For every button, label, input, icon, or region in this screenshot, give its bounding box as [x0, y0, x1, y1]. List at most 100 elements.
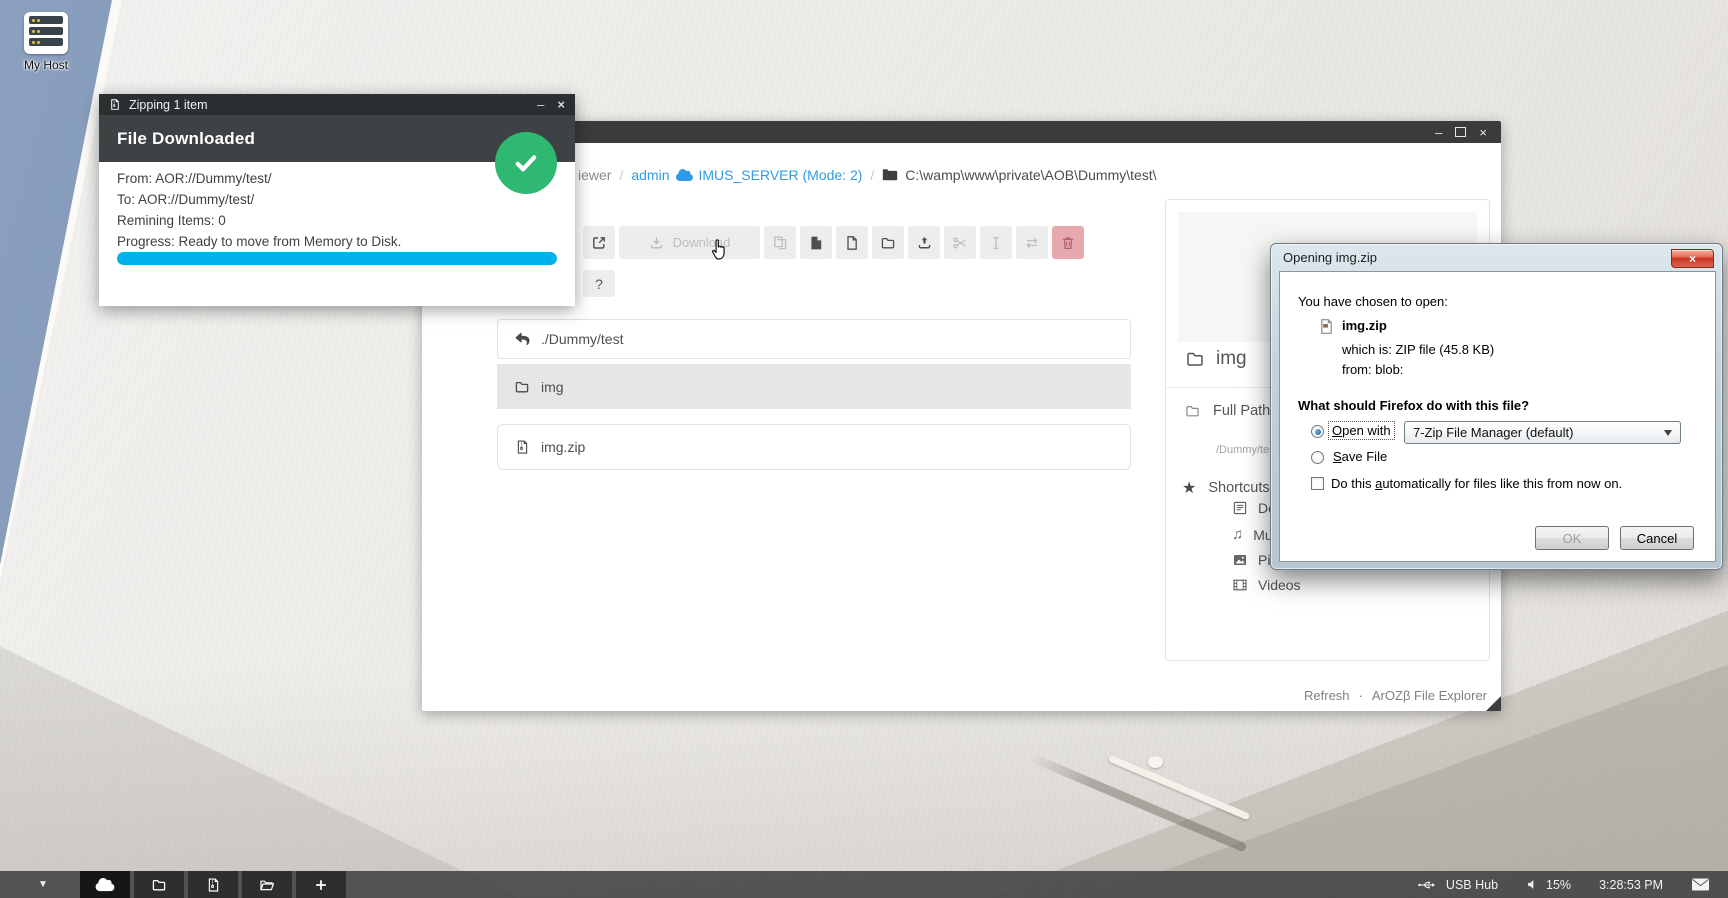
taskbar-add-button[interactable] [296, 871, 346, 898]
do-automatically-label[interactable]: Do this automatically for files like thi… [1331, 476, 1622, 491]
memo-icon [1232, 500, 1248, 516]
full-path-value: /Dummy/tes [1216, 444, 1275, 456]
minimize-icon[interactable]: – [537, 97, 544, 112]
remaining-line: Remining Items: 0 [117, 210, 401, 231]
taskbar-buttons [80, 871, 346, 898]
breadcrumb-separator: / [870, 167, 874, 183]
desktop-icon-my-host[interactable]: My Host [8, 12, 84, 72]
delete-button[interactable] [1052, 226, 1084, 259]
zip-file-icon [515, 439, 530, 455]
taskbar-zip-button[interactable] [188, 871, 238, 898]
open-with-dropdown[interactable]: 7-Zip File Manager (default) [1404, 421, 1681, 444]
footer-separator: · [1359, 688, 1363, 703]
back-arrow-icon [515, 332, 530, 346]
open-with-radio[interactable] [1311, 425, 1324, 438]
copy-icon [772, 235, 788, 251]
shortcut-videos[interactable]: Videos [1232, 577, 1301, 593]
copy-button[interactable] [764, 226, 796, 259]
paste-button[interactable] [800, 226, 832, 259]
taskbar: ▼ USB Hub 15% [0, 871, 1728, 898]
dropdown-value: 7-Zip File Manager (default) [1413, 425, 1573, 440]
maximize-icon[interactable] [1455, 127, 1466, 137]
cancel-button[interactable]: Cancel [1620, 526, 1694, 550]
speaker-icon [1526, 878, 1539, 891]
close-icon[interactable]: × [1479, 126, 1487, 139]
refresh-link[interactable]: Refresh [1304, 688, 1350, 703]
breadcrumb-user-link[interactable]: admin IMUS_SERVER (Mode: 2) [631, 167, 862, 183]
zipping-window: Zipping 1 item – × File Downloaded From:… [99, 94, 575, 306]
zipping-titlebar[interactable]: Zipping 1 item – × [99, 94, 575, 115]
list-item-label: img.zip [541, 439, 585, 455]
list-item-folder-img[interactable]: img [497, 364, 1131, 409]
envelope-icon[interactable] [1691, 878, 1710, 891]
explorer-footer: Refresh · ArOZβ File Explorer [1304, 688, 1487, 703]
folder-icon [514, 379, 530, 395]
move-button[interactable] [1016, 226, 1048, 259]
mouse-cursor-hand [708, 236, 735, 263]
help-button[interactable]: ? [583, 270, 615, 297]
cut-button[interactable] [944, 226, 976, 259]
desktop: My Host – × iewer / admin IMUS_SERVER (M… [0, 0, 1728, 898]
dialog-filename: img.zip [1342, 318, 1387, 333]
new-file-icon [844, 235, 860, 251]
new-file-button[interactable] [836, 226, 868, 259]
paste-icon [808, 235, 824, 251]
close-icon: × [1689, 252, 1696, 266]
dialog-title: Opening img.zip [1283, 250, 1377, 265]
plus-icon [314, 878, 328, 892]
text-cursor-icon [988, 235, 1004, 251]
new-folder-button[interactable] [872, 226, 904, 259]
explorer-titlebar[interactable]: – × [422, 121, 1501, 143]
window-title: Zipping 1 item [129, 98, 208, 112]
taskbar-open-folder-button[interactable] [242, 871, 292, 898]
check-icon [509, 146, 543, 180]
progress-line: Progress: Ready to move from Memory to D… [117, 231, 401, 252]
tray-usb[interactable]: USB Hub [1418, 878, 1498, 892]
save-file-radio[interactable] [1311, 451, 1324, 464]
open-in-new-button[interactable] [583, 226, 615, 259]
taskbar-chevron-icon[interactable]: ▼ [38, 879, 48, 890]
picture-icon [1232, 552, 1248, 568]
rename-button[interactable] [980, 226, 1012, 259]
selected-item-name: img [1216, 348, 1247, 370]
open-folder-icon [259, 877, 275, 893]
folder-icon [151, 877, 167, 893]
close-button[interactable]: × [1671, 249, 1714, 268]
minimize-icon[interactable]: – [1435, 126, 1442, 139]
taskbar-folder-button[interactable] [134, 871, 184, 898]
usb-icon [1418, 879, 1439, 891]
progress-bar [117, 252, 557, 265]
zipping-details: From: AOR://Dummy/test/ To: AOR://Dummy/… [117, 168, 401, 252]
tray-volume[interactable]: 15% [1526, 878, 1571, 892]
do-automatically-checkbox[interactable] [1311, 477, 1324, 490]
upload-button[interactable] [908, 226, 940, 259]
new-folder-icon [880, 235, 896, 251]
dialog-content: You have chosen to open: img.zip which i… [1279, 271, 1716, 562]
tray-clock[interactable]: 3:28:53 PM [1599, 878, 1663, 892]
external-link-icon [591, 235, 607, 251]
open-with-label[interactable]: Open with [1329, 422, 1394, 439]
folder-icon [1184, 403, 1201, 419]
selected-item-title: img [1184, 348, 1247, 370]
ok-button[interactable]: OK [1535, 526, 1609, 550]
list-item-file-img-zip[interactable]: img.zip [497, 424, 1131, 470]
cloud-icon [95, 877, 115, 892]
taskbar-cloud-button[interactable] [80, 871, 130, 898]
close-icon[interactable]: × [557, 97, 565, 112]
save-file-label[interactable]: Save File [1333, 449, 1387, 464]
resize-handle[interactable] [1486, 696, 1501, 711]
dialog-question: What should Firefox do with this file? [1298, 398, 1529, 413]
list-item-parent-dir[interactable]: ./Dummy/test [497, 319, 1131, 359]
download-button[interactable]: Download [619, 226, 760, 259]
breadcrumb-server-link[interactable]: IMUS_SERVER (Mode: 2) [699, 167, 863, 183]
zip-file-icon [1318, 318, 1335, 335]
breadcrumb-cropped-text: iewer [578, 167, 611, 183]
breadcrumb-separator: / [619, 167, 623, 183]
upload-icon [917, 235, 932, 250]
trash-icon [1060, 235, 1076, 251]
star-icon: ★ [1182, 478, 1196, 498]
from-line: From: AOR://Dummy/test/ [117, 168, 401, 189]
desktop-icon-label: My Host [8, 58, 84, 72]
full-path-label: Full Path [1213, 403, 1270, 419]
film-icon [1232, 577, 1248, 593]
